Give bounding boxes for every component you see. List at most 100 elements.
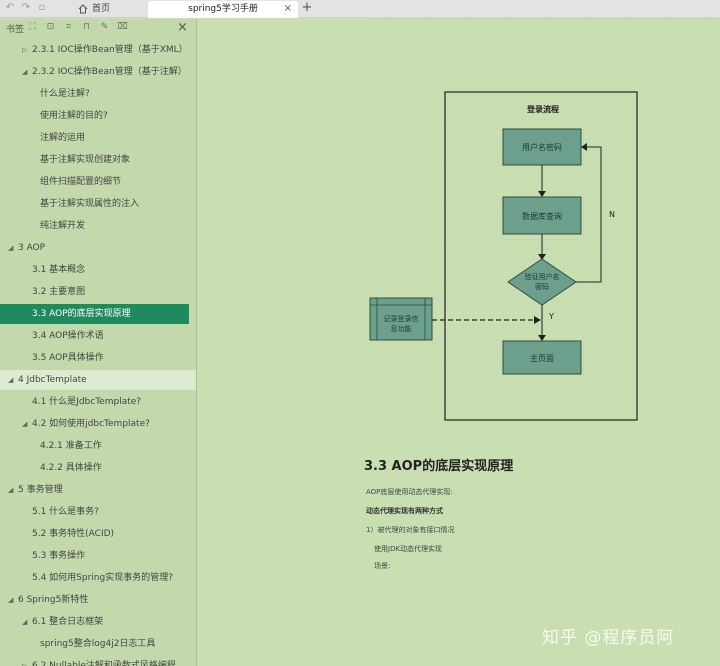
- sidebar-item[interactable]: 3.4 AOP操作术语: [0, 326, 196, 346]
- sidebar-item[interactable]: ◢ 4 JdbcTemplate: [0, 370, 196, 390]
- collapse-arrow-icon[interactable]: ◢: [22, 414, 30, 434]
- sidebar-item[interactable]: 5.1 什么是事务?: [0, 502, 196, 522]
- sidebar-item-label: 组件扫描配置的细节: [40, 177, 122, 187]
- sidebar-item[interactable]: ◢ 2.3.2 IOC操作Bean管理（基于注解）: [0, 62, 196, 82]
- node-log-label-1: 记录登录信: [384, 314, 419, 323]
- collapse-arrow-icon[interactable]: ◢: [8, 238, 16, 258]
- collapse-arrow-icon[interactable]: ◢: [8, 590, 16, 610]
- sidebar-item[interactable]: ◢ 6.1 整合日志框架: [0, 612, 196, 632]
- sidebar-item[interactable]: ◢ 6 Spring5新特性: [0, 590, 196, 610]
- sidebar-item[interactable]: ▷ 2.3.1 IOC操作Bean管理（基于XML）: [0, 40, 196, 60]
- diagram-title: 登录流程: [526, 104, 559, 114]
- tab-home-label: 首页: [92, 4, 111, 14]
- sidebar-item-label: 什么是注解?: [40, 89, 90, 99]
- expand-arrow-icon[interactable]: ▷: [22, 656, 30, 666]
- sidebar-item[interactable]: 5.3 事务操作: [0, 546, 196, 566]
- sidebar-item-label: 3 AOP: [18, 243, 46, 253]
- collapse-arrow-icon[interactable]: ◢: [22, 612, 30, 632]
- tab-home[interactable]: 首页: [68, 1, 146, 18]
- paragraph-4: 使用JDK动态代理实现: [374, 545, 443, 553]
- tab-document-label: spring5学习手册: [188, 4, 258, 14]
- sidebar-item-label: 3.1 基本概念: [32, 265, 86, 275]
- sidebar-item[interactable]: 3.2 主要意图: [0, 282, 196, 302]
- undo-icon[interactable]: ↶: [4, 2, 16, 14]
- edit-bookmark-icon[interactable]: ✎: [99, 22, 110, 33]
- expand-all-icon[interactable]: ⛶: [27, 22, 38, 33]
- sidebar-item-label: 纯注解开发: [40, 221, 86, 231]
- sidebar-item-label: 基于注解实现创建对象: [40, 155, 131, 165]
- sidebar-item[interactable]: 基于注解实现属性的注入: [0, 194, 196, 214]
- sidebar-item[interactable]: spring5整合log4j2日志工具: [0, 634, 196, 654]
- sidebar-item-label: 使用注解的目的?: [40, 111, 108, 121]
- sidebar-item[interactable]: 3.5 AOP具体操作: [0, 348, 196, 368]
- sidebar-item[interactable]: 基于注解实现创建对象: [0, 150, 196, 170]
- tab-document[interactable]: spring5学习手册 ×: [148, 1, 298, 18]
- paragraph-5: 场景:: [374, 562, 391, 570]
- node-query-label: 数据库查询: [522, 211, 562, 221]
- sidebar-item[interactable]: 3.3 AOP的底层实现原理: [0, 304, 189, 324]
- sidebar-item-label: 3.2 主要意图: [32, 287, 86, 297]
- sidebar-item[interactable]: 使用注解的目的?: [0, 106, 196, 126]
- sidebar-item-label: 5.3 事务操作: [32, 551, 86, 561]
- delete-bookmark-icon[interactable]: ⌧: [117, 22, 128, 33]
- sidebar-item-label: 6 Spring5新特性: [18, 595, 89, 605]
- sidebar-item-label: 5.4 如何用Spring实现事务的管理?: [32, 573, 173, 583]
- login-flow-diagram: 登录流程 用户名密码 数据库查询 验证用户名 密码 N Y 主页面 记录登录信 …: [363, 19, 720, 433]
- node-home-label: 主页面: [530, 353, 554, 363]
- document-view: 登录流程 用户名密码 数据库查询 验证用户名 密码 N Y 主页面 记录登录信 …: [198, 19, 720, 666]
- sidebar-item-label: 4.2.2 具体操作: [40, 463, 102, 473]
- add-bookmark-icon[interactable]: ⌗: [63, 22, 74, 33]
- title-bar: ↶ ↷ ▫ 首页 spring5学习手册 × +: [0, 0, 720, 18]
- sidebar-item[interactable]: ▷ 6.2 Nullable注解和函数式风格编程: [0, 656, 196, 666]
- sidebar-item[interactable]: ◢ 5 事务管理: [0, 480, 196, 500]
- sidebar-item-label: 基于注解实现属性的注入: [40, 199, 140, 209]
- close-tab-icon[interactable]: ×: [284, 1, 292, 17]
- sidebar-item[interactable]: 4.1 什么是JdbcTemplate?: [0, 392, 196, 412]
- node-verify-label-1: 验证用户名: [525, 272, 560, 281]
- bookmark-icon[interactable]: ⊓: [81, 22, 92, 33]
- collapse-arrow-icon[interactable]: ◢: [22, 62, 30, 82]
- sidebar-item[interactable]: 4.2.1 准备工作: [0, 436, 196, 456]
- sidebar-item[interactable]: 4.2.2 具体操作: [0, 458, 196, 478]
- sidebar-item[interactable]: 组件扫描配置的细节: [0, 172, 196, 192]
- label-yes: Y: [548, 312, 554, 321]
- sidebar-item-label: 注解的运用: [40, 133, 86, 143]
- paragraph-1: AOP底层使用动态代理实现:: [366, 488, 453, 496]
- close-sidebar-icon[interactable]: ×: [177, 20, 188, 35]
- sidebar-item[interactable]: ◢ 4.2 如何使用jdbcTemplate?: [0, 414, 196, 434]
- save-icon[interactable]: ▫: [36, 2, 48, 14]
- section-heading: 3.3 AOP的底层实现原理: [364, 459, 514, 474]
- redo-icon[interactable]: ↷: [20, 2, 32, 14]
- sidebar-item[interactable]: 纯注解开发: [0, 216, 196, 236]
- sidebar-item[interactable]: 5.4 如何用Spring实现事务的管理?: [0, 568, 196, 588]
- collapse-arrow-icon[interactable]: ◢: [8, 370, 16, 390]
- watermark: 知乎 @程序员阿: [542, 628, 675, 648]
- home-icon: [78, 4, 88, 14]
- sidebar-item[interactable]: ◢ 3 AOP: [0, 238, 196, 258]
- sidebar-header: 书签 ⛶ ⊡ ⌗ ⊓ ✎ ⌧ ×: [0, 19, 196, 38]
- sidebar-item-label: 4 JdbcTemplate: [18, 375, 87, 385]
- sidebar-item[interactable]: 什么是注解?: [0, 84, 196, 104]
- sidebar-item-label: 4.2 如何使用jdbcTemplate?: [32, 419, 150, 429]
- node-verify-label-2: 密码: [535, 282, 549, 291]
- new-tab-icon[interactable]: +: [300, 0, 314, 17]
- sidebar-item[interactable]: 5.2 事务特性(ACID): [0, 524, 196, 544]
- label-no: N: [609, 210, 615, 219]
- sidebar-item-label: 2.3.2 IOC操作Bean管理（基于注解）: [32, 67, 187, 77]
- sidebar-item[interactable]: 注解的运用: [0, 128, 196, 148]
- collapse-all-icon[interactable]: ⊡: [45, 22, 56, 33]
- bookmark-sidebar: 书签 ⛶ ⊡ ⌗ ⊓ ✎ ⌧ × ▷ 2.3.1 IOC操作Bean管理（基于XM…: [0, 19, 197, 666]
- sidebar-item-label: 4.2.1 准备工作: [40, 441, 102, 451]
- sidebar-item-label: spring5整合log4j2日志工具: [40, 639, 156, 649]
- sidebar-item-label: 4.1 什么是JdbcTemplate?: [32, 397, 142, 407]
- sidebar-item-label: 6.2 Nullable注解和函数式风格编程: [32, 661, 176, 666]
- collapse-arrow-icon[interactable]: ◢: [8, 480, 16, 500]
- paragraph-2: 动态代理实现有两种方式: [366, 507, 443, 515]
- sidebar-item-label: 5 事务管理: [18, 485, 63, 495]
- paragraph-3: 1）被代理的对象有接口情况: [366, 526, 455, 534]
- expand-arrow-icon[interactable]: ▷: [22, 40, 30, 60]
- sidebar-item-label: 2.3.1 IOC操作Bean管理（基于XML）: [32, 45, 188, 55]
- sidebar-item[interactable]: 3.1 基本概念: [0, 260, 196, 280]
- node-input-label: 用户名密码: [522, 142, 562, 152]
- node-log-label-2: 息功能: [391, 324, 412, 333]
